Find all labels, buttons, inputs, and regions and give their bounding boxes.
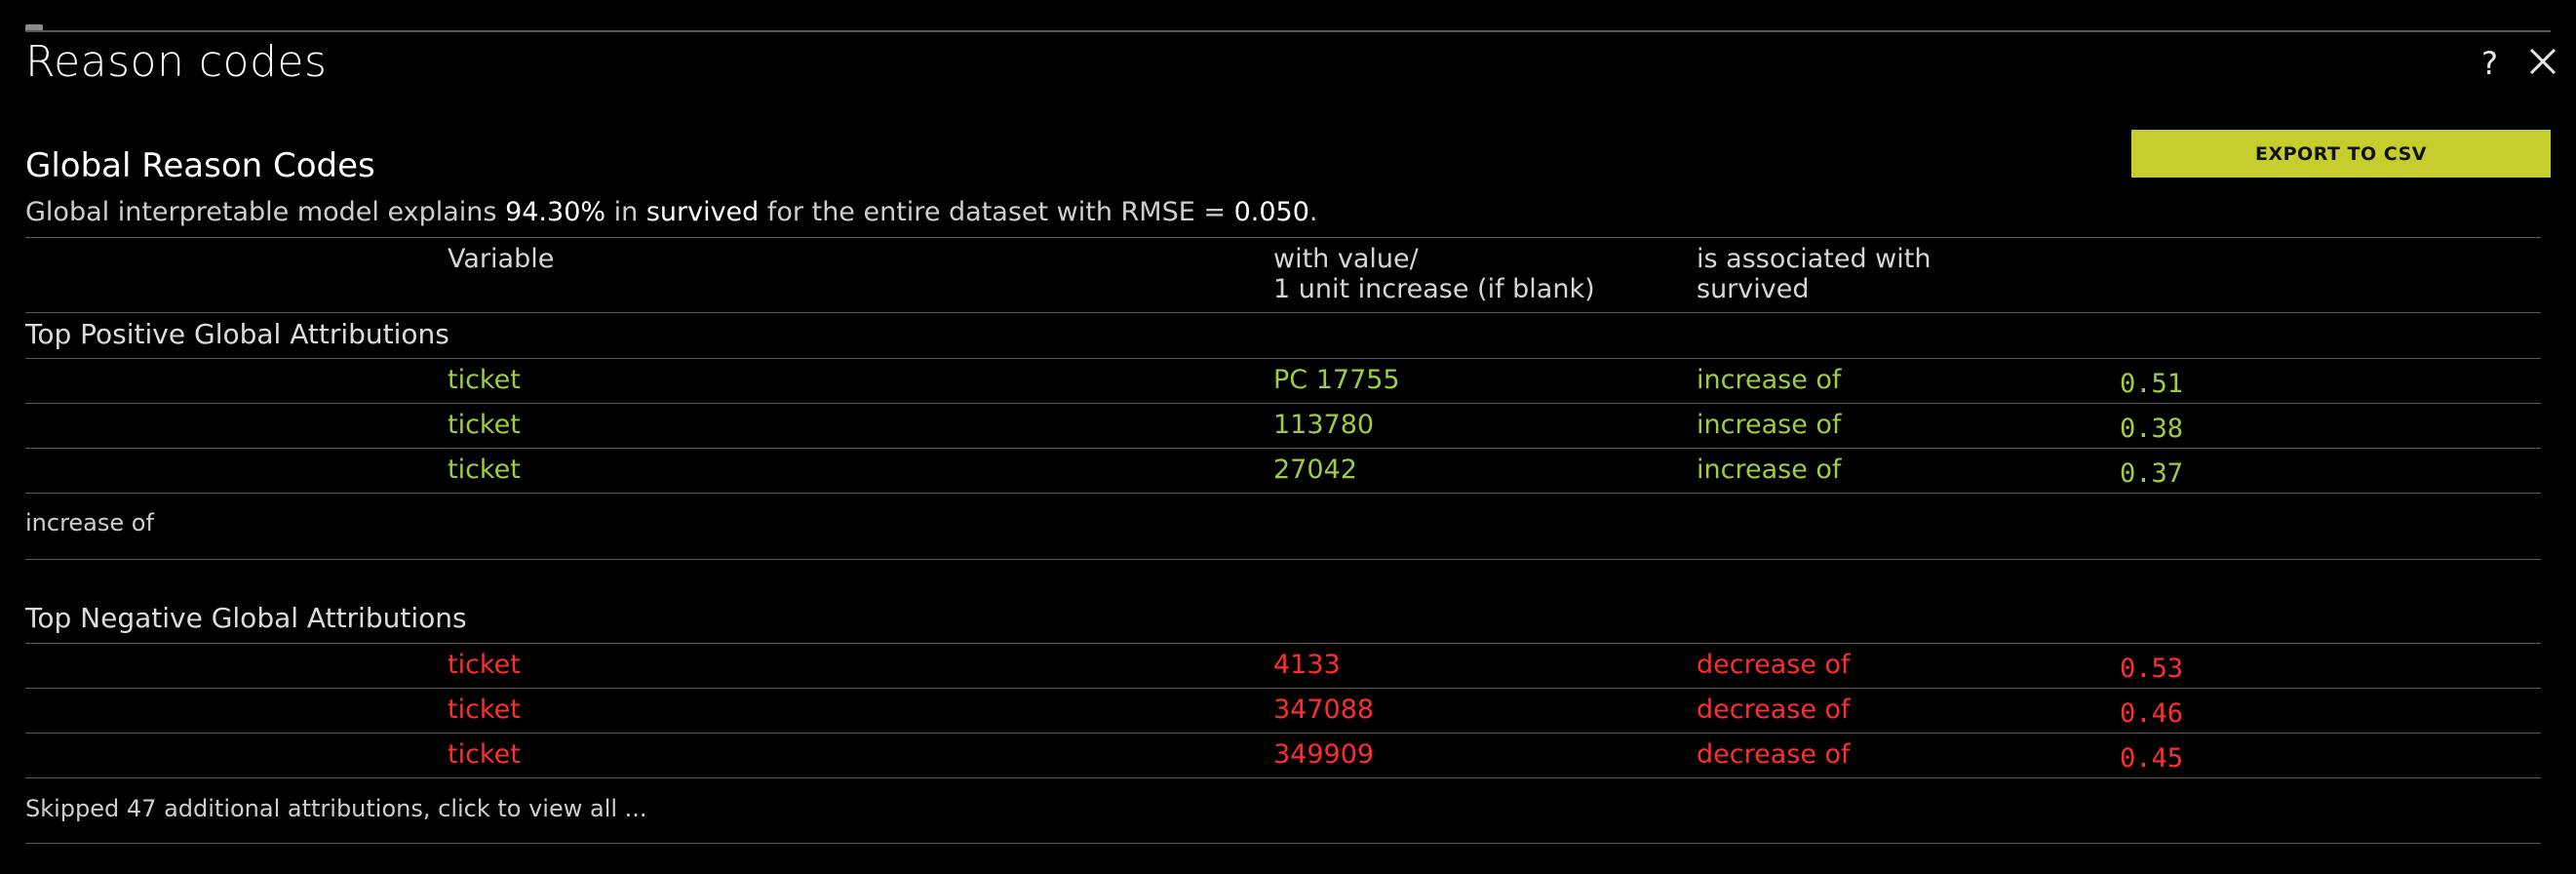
divider xyxy=(25,777,2541,778)
model-summary: Global interpretable model explains 94.3… xyxy=(25,197,1317,227)
row-variable: ticket xyxy=(448,695,521,725)
row-association: decrease of xyxy=(1697,739,1851,770)
summary-rmse: 0.050 xyxy=(1233,197,1309,227)
row-value: 27042 xyxy=(1273,455,1357,485)
divider xyxy=(25,493,2541,494)
table-header: Variable with value/ 1 unit increase (if… xyxy=(25,240,2541,312)
row-amount: 0.37 xyxy=(2120,458,2184,489)
positive-row[interactable]: ticket PC 17755 increase of 0.51 xyxy=(25,359,2541,403)
summary-percentage: 94.30% xyxy=(505,197,606,227)
divider xyxy=(25,559,2541,560)
row-variable: ticket xyxy=(448,410,521,440)
summary-prefix: Global interpretable model explains xyxy=(25,197,506,227)
skipped-attributions-link[interactable]: Skipped 47 additional attributions, clic… xyxy=(25,795,647,822)
negative-row[interactable]: ticket 349909 decrease of 0.45 xyxy=(25,734,2541,777)
positive-row[interactable]: ticket 113780 increase of 0.38 xyxy=(25,404,2541,448)
row-amount: 0.51 xyxy=(2120,369,2184,399)
summary-in: in xyxy=(605,197,646,227)
row-value: PC 17755 xyxy=(1273,365,1400,395)
row-amount: 0.53 xyxy=(2120,654,2184,684)
row-value: 347088 xyxy=(1273,695,1375,725)
row-amount: 0.46 xyxy=(2120,698,2184,729)
divider xyxy=(25,843,2541,844)
positive-note: increase of xyxy=(25,509,154,536)
row-association: increase of xyxy=(1697,410,1842,440)
positive-row[interactable]: ticket 27042 increase of 0.37 xyxy=(25,449,2541,493)
row-association: decrease of xyxy=(1697,650,1851,680)
row-variable: ticket xyxy=(448,455,521,485)
column-header-association: is associated with survived xyxy=(1697,244,1931,304)
row-association: decrease of xyxy=(1697,695,1851,725)
row-value: 113780 xyxy=(1273,410,1375,440)
divider xyxy=(25,237,2541,238)
summary-end: . xyxy=(1308,197,1318,227)
export-to-csv-button[interactable]: EXPORT TO CSV xyxy=(2131,130,2551,178)
row-value: 4133 xyxy=(1273,650,1341,680)
modal-top-divider xyxy=(25,30,2551,32)
help-icon[interactable]: ? xyxy=(2481,45,2498,82)
column-header-association-line2: survived xyxy=(1697,274,1810,304)
column-header-value-line1: with value/ xyxy=(1273,244,1419,274)
row-value: 349909 xyxy=(1273,739,1375,770)
section-title: Global Reason Codes xyxy=(25,146,375,185)
row-association: increase of xyxy=(1697,365,1842,395)
close-icon[interactable] xyxy=(2527,45,2558,78)
row-variable: ticket xyxy=(448,739,521,770)
row-variable: ticket xyxy=(448,365,521,395)
row-association: increase of xyxy=(1697,455,1842,485)
row-amount: 0.45 xyxy=(2120,743,2184,774)
positive-group-label: Top Positive Global Attributions xyxy=(25,318,449,350)
column-header-value: with value/ 1 unit increase (if blank) xyxy=(1273,244,1595,304)
summary-mid: for the entire dataset with RMSE = xyxy=(759,197,1234,227)
negative-row[interactable]: ticket 4133 decrease of 0.53 xyxy=(25,644,2541,688)
column-header-association-line1: is associated with xyxy=(1697,244,1932,274)
negative-group-label: Top Negative Global Attributions xyxy=(25,602,467,634)
negative-row[interactable]: ticket 347088 decrease of 0.46 xyxy=(25,689,2541,733)
column-header-variable: Variable xyxy=(448,244,555,274)
modal-title: Reason codes xyxy=(25,37,328,87)
row-amount: 0.38 xyxy=(2120,414,2184,444)
divider xyxy=(25,312,2541,313)
column-header-value-line2: 1 unit increase (if blank) xyxy=(1273,274,1595,304)
summary-target: survived xyxy=(645,197,760,227)
row-variable: ticket xyxy=(448,650,521,680)
